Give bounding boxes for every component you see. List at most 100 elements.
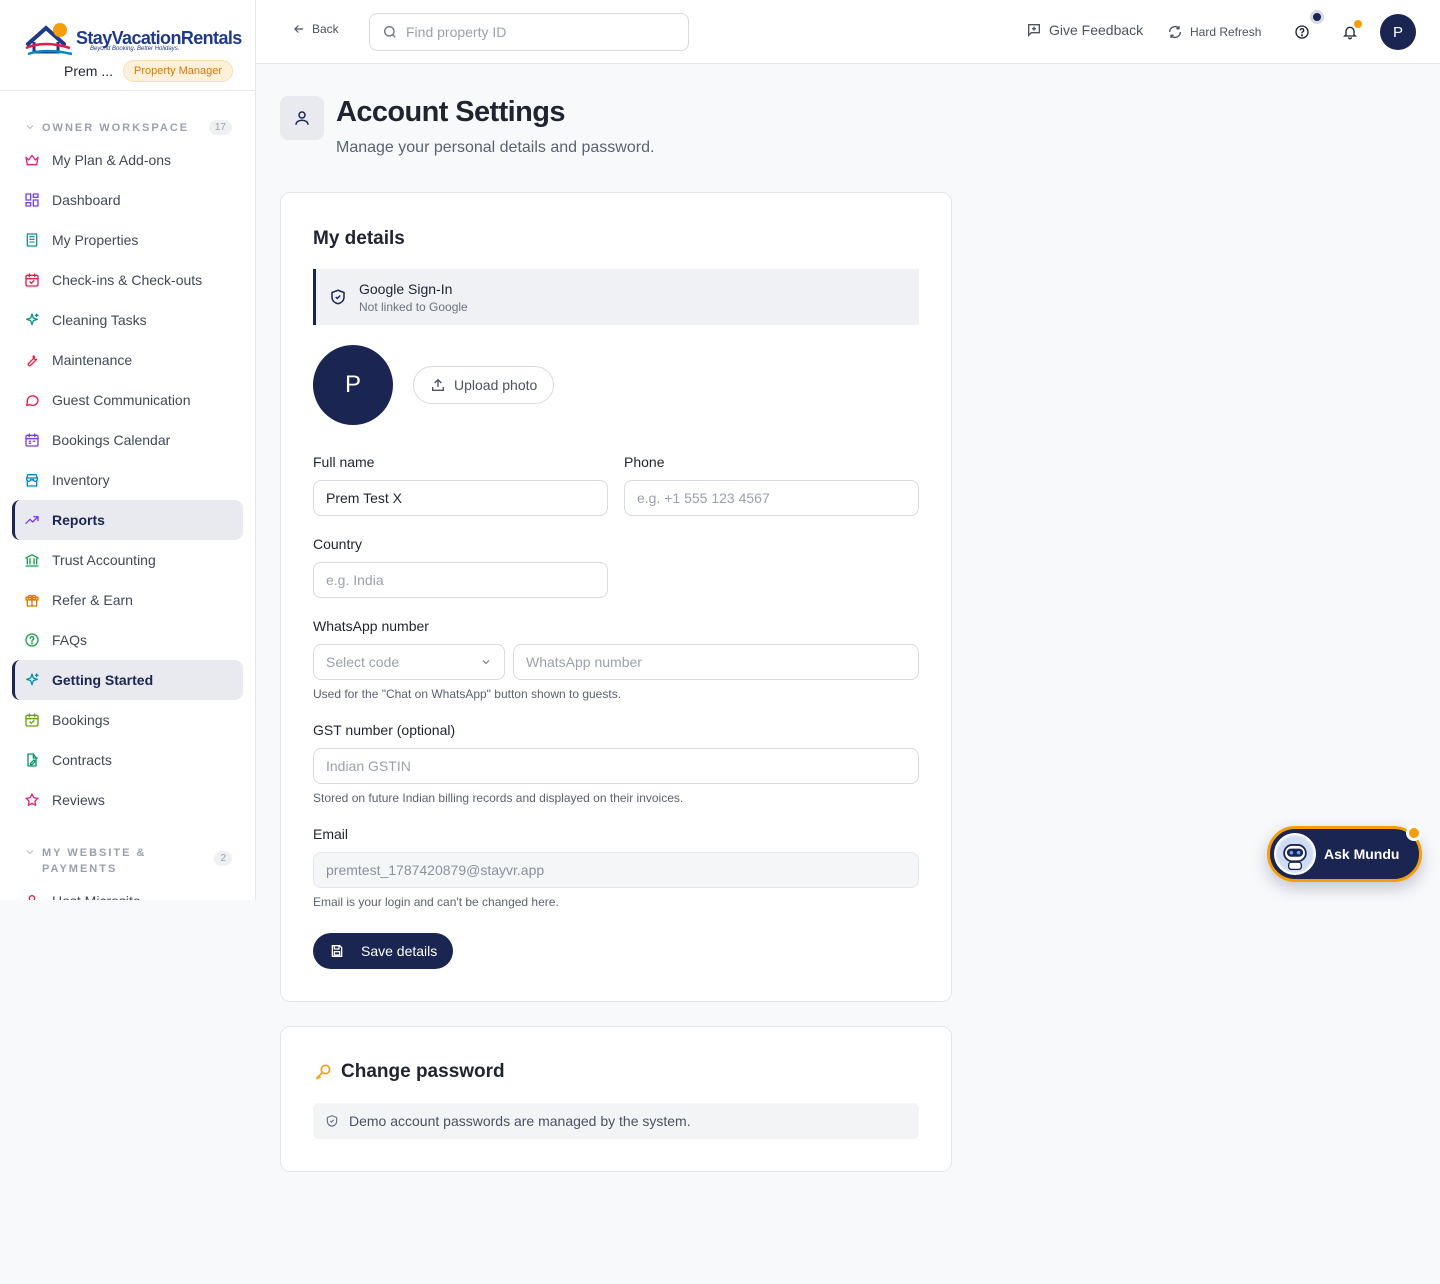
user-name: Prem ... [64,63,114,79]
upload-photo-button[interactable]: Upload photo [413,366,555,404]
sidebar-item-contracts[interactable]: Contracts [12,740,243,780]
email-help: Email is your login and can't be changed… [313,895,559,909]
sidebar-item-label: My Properties [52,232,139,248]
sidebar-item-bookings-calendar[interactable]: Bookings Calendar [12,420,243,460]
sidebar-item-cleaning-tasks[interactable]: Cleaning Tasks [12,300,243,340]
section-owner-workspace[interactable]: OWNER WORKSPACE 17 [24,120,232,136]
sidebar-item-refer-earn[interactable]: Refer & Earn [12,580,243,620]
change-password-card: Change password Demo account passwords a… [280,1026,952,1172]
shield-check-icon [331,289,345,305]
user-avatar-button[interactable]: P [1380,14,1416,50]
sidebar-item-label: Guest Communication [52,392,191,408]
gst-help: Stored on future Indian billing records … [313,791,684,805]
assistant-notification-dot [1406,825,1422,841]
gst-label: GST number (optional) [313,722,456,738]
robot-avatar-icon [1274,833,1316,875]
sidebar: StayVacationRentals Beyond Booking. Bett… [0,0,256,900]
user-icon [295,111,309,125]
select-placeholder: Select code [326,654,400,670]
store-icon [26,474,38,487]
phone-input[interactable] [624,480,919,516]
save-label: Save details [361,943,438,959]
logo-house-icon [25,23,73,56]
phone-label: Phone [624,454,665,470]
search-icon [384,26,396,38]
user-row: Prem ... Property Manager [64,60,234,82]
sidebar-item-maintenance[interactable]: Maintenance [12,340,243,380]
sidebar-item-guest-communication[interactable]: Guest Communication [12,380,243,420]
sparkles-icon [26,673,39,686]
dashboard-icon [25,193,39,207]
country-label: Country [313,536,363,552]
sidebar-item-label: Bookings Calendar [52,432,171,448]
full-name-input[interactable] [313,480,608,516]
whatsapp-code-select[interactable]: Select code [313,644,505,680]
hard-refresh-button[interactable]: Hard Refresh [1167,24,1261,40]
back-label: Back [312,22,339,36]
brand-tagline: Beyond Booking. Better Holidays. [90,46,180,52]
sidebar-item-label: Dashboard [52,192,121,208]
brand-logo[interactable]: StayVacationRentals Beyond Booking. Bett… [24,18,242,58]
shield-check-icon [326,1115,338,1127]
sidebar-item-faqs[interactable]: FAQs [12,620,243,660]
help-button[interactable] [1290,20,1314,44]
page-subtitle: Manage your personal details and passwor… [336,139,655,156]
page-title: Account Settings [336,96,565,128]
sidebar-item-label: Trust Accounting [52,552,156,568]
sidebar-item-reports[interactable]: Reports [12,500,243,540]
whatsapp-help: Used for the "Chat on WhatsApp" button s… [313,687,622,701]
upload-icon [432,378,444,391]
sidebar-item-inventory[interactable]: Inventory [12,460,243,500]
sidebar-item-label: FAQs [52,632,88,648]
back-button[interactable]: Back [292,22,339,36]
role-badge: Property Manager [123,60,234,82]
sidebar-item-label: Check-ins & Check-outs [52,272,203,288]
sidebar-item-host-microsite[interactable]: Host Microsite [12,881,243,900]
section-count: 17 [208,120,232,135]
sidebar-item-trust-accounting[interactable]: Trust Accounting [12,540,243,580]
help-circle-icon [1295,25,1309,39]
chevron-down-icon [26,850,34,855]
section-count: 2 [214,851,232,866]
page-user-icon [280,96,324,140]
sidebar-item-check-ins-check-outs[interactable]: Check-ins & Check-outs [12,260,243,300]
user-icon [28,895,36,900]
save-details-button[interactable]: Save details [313,933,454,969]
sidebar-item-label: Cleaning Tasks [52,312,147,328]
topbar: Back Give Feedback Hard Refresh P [256,0,1440,64]
sidebar-item-bookings[interactable]: Bookings [12,700,243,740]
my-details-card: My details Google Sign-In Not linked to … [280,192,952,1002]
give-feedback-button[interactable]: Give Feedback [1026,22,1143,38]
sidebar-item-label: Reports [52,512,105,528]
upload-label: Upload photo [454,377,538,393]
sidebar-item-getting-started[interactable]: Getting Started [12,660,243,700]
save-icon [331,945,343,957]
sidebar-item-label: Host Microsite [52,893,141,900]
sidebar-item-my-properties[interactable]: My Properties [12,220,243,260]
chevron-down-icon [26,125,34,130]
search-input[interactable] [406,24,676,40]
sidebar-item-label: Contracts [52,752,112,768]
sidebar-item-my-plan-add-ons[interactable]: My Plan & Add-ons [12,140,243,180]
country-input[interactable] [313,562,608,598]
ask-mundu-button[interactable]: Ask Mundu [1267,826,1422,882]
password-note-text: Demo account passwords are managed by th… [349,1113,691,1129]
section-my-website-payments[interactable]: MY WEBSITE & PAYMENTS 2 [24,845,232,877]
whatsapp-number-input[interactable] [513,644,919,680]
sidebar-item-reviews[interactable]: Reviews [12,780,243,820]
star-icon [25,793,39,806]
gst-input[interactable] [313,748,919,784]
sidebar-brand: StayVacationRentals Beyond Booking. Bett… [0,0,255,91]
sidebar-item-label: Maintenance [52,352,133,368]
help-indicator-dot [1310,10,1324,24]
gift-icon [25,594,39,607]
help-circle-icon [25,633,39,647]
sidebar-item-dashboard[interactable]: Dashboard [12,180,243,220]
message-plus-icon [1028,24,1040,37]
arrow-left-icon [294,25,304,33]
sidebar-item-label: Reviews [52,792,105,808]
search-box[interactable] [369,13,689,51]
notification-dot [1354,20,1362,28]
message-icon [26,395,39,406]
ask-mundu-label: Ask Mundu [1324,846,1400,862]
